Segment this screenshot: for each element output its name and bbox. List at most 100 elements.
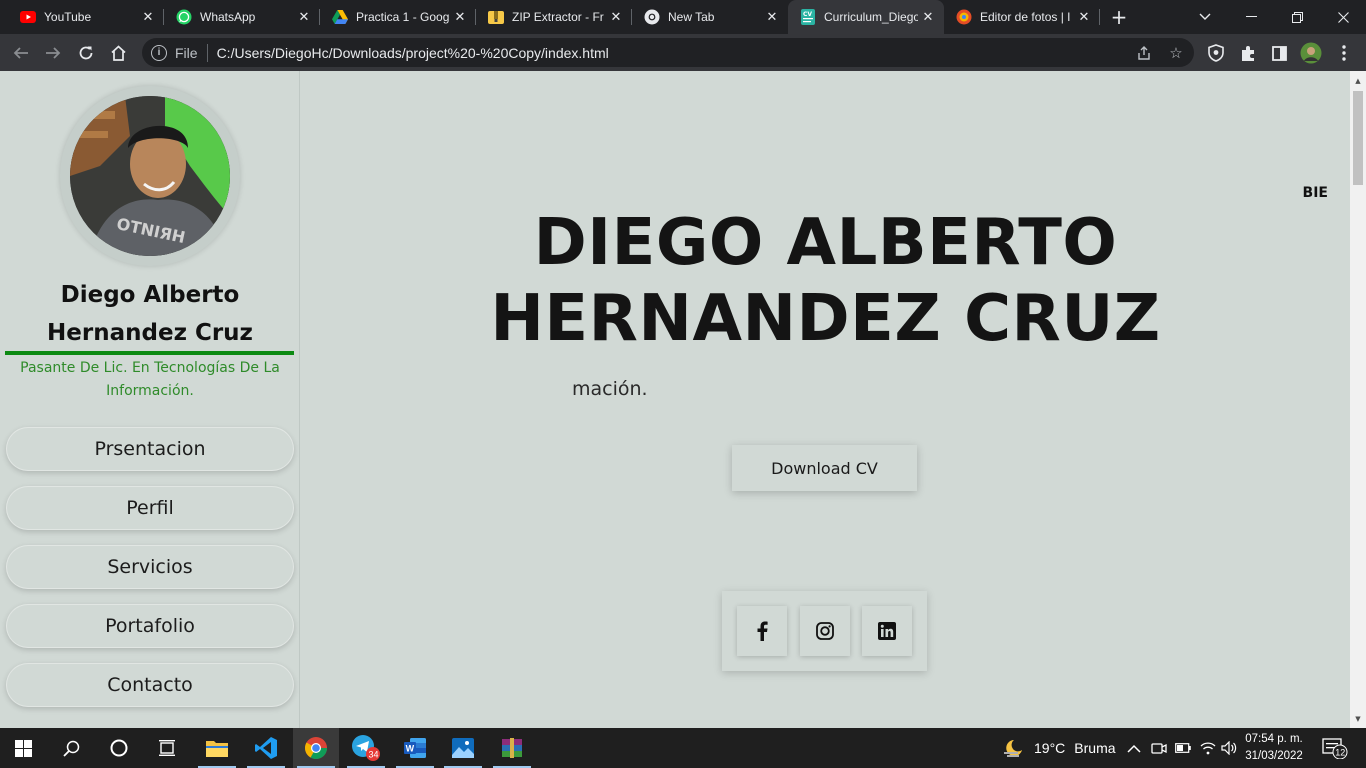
- cortana-icon[interactable]: [96, 728, 142, 768]
- close-tab-icon[interactable]: ✕: [918, 7, 938, 27]
- profile-photo: OTNIЯH: [70, 96, 230, 256]
- address-bar[interactable]: i File C:/Users/DiegoHc/Downloads/projec…: [142, 38, 1194, 67]
- forward-icon[interactable]: [40, 40, 66, 66]
- restore-icon[interactable]: [1274, 0, 1320, 34]
- tab-zip-extractor[interactable]: ZIP Extractor - Fr ✕: [476, 0, 632, 34]
- volume-icon[interactable]: [1221, 728, 1237, 768]
- weather-widget[interactable]: 19°C Bruma: [1002, 728, 1116, 768]
- download-cv-button[interactable]: Download CV: [732, 445, 917, 491]
- extensions-icon[interactable]: [1237, 42, 1259, 64]
- nav-portafolio[interactable]: Portafolio: [6, 604, 294, 648]
- share-icon[interactable]: [1135, 44, 1153, 62]
- windows-taskbar: 34 W 19°C Bruma 07:54 p. m. 31/03/2022 1…: [0, 728, 1366, 768]
- notifications-icon[interactable]: 12: [1322, 728, 1348, 768]
- hero-name-heading: DIEGO ALBERTO HERNANDEZ CRUZ: [490, 206, 1161, 356]
- instagram-icon[interactable]: [800, 606, 850, 656]
- nav-servicios[interactable]: Servicios: [6, 545, 294, 589]
- tab-youtube[interactable]: YouTube ✕: [8, 0, 164, 34]
- close-tab-icon[interactable]: ✕: [1074, 7, 1094, 27]
- battery-icon[interactable]: [1175, 728, 1191, 768]
- site-info-icon[interactable]: i: [151, 44, 167, 61]
- close-window-icon[interactable]: [1320, 0, 1366, 34]
- close-tab-icon[interactable]: ✕: [294, 7, 314, 27]
- wifi-icon[interactable]: [1200, 728, 1216, 768]
- sidebar: OTNIЯH Diego Alberto Hernandez Cruz Pasa…: [0, 71, 300, 728]
- url-text[interactable]: C:/Users/DiegoHc/Downloads/project%20-%2…: [217, 45, 609, 61]
- tab-title: ZIP Extractor - Fr: [512, 10, 604, 24]
- tab-search-icon[interactable]: [1182, 0, 1228, 34]
- photo-editor-icon: [956, 9, 972, 25]
- sidebar-name: Diego Alberto Hernandez Cruz: [47, 282, 253, 346]
- tab-title: WhatsApp: [200, 10, 256, 24]
- telegram-badge: 34: [369, 750, 379, 760]
- nav-presentacion[interactable]: Prsentacion: [6, 427, 294, 471]
- tab-whatsapp[interactable]: WhatsApp ✕: [164, 0, 320, 34]
- word-icon[interactable]: W: [392, 728, 438, 768]
- telegram-icon[interactable]: 34: [343, 728, 389, 768]
- close-tab-icon[interactable]: ✕: [762, 7, 782, 27]
- system-clock[interactable]: 07:54 p. m. 31/03/2022: [1240, 731, 1308, 765]
- clock-date: 31/03/2022: [1245, 750, 1303, 762]
- browser-tab-strip: YouTube ✕ WhatsApp ✕ Practica 1 - Goog ✕…: [0, 0, 1366, 34]
- social-links: [722, 591, 927, 671]
- cv-icon: CV: [800, 9, 816, 25]
- close-tab-icon[interactable]: ✕: [606, 7, 626, 27]
- zip-extractor-icon: [488, 9, 504, 25]
- file-explorer-icon[interactable]: [194, 728, 240, 768]
- chrome-icon: [644, 9, 660, 25]
- windows-start-icon[interactable]: [0, 728, 46, 768]
- close-tab-icon[interactable]: ✕: [450, 7, 470, 27]
- tab-title: New Tab: [668, 10, 715, 24]
- scrollbar-thumb[interactable]: [1353, 91, 1363, 185]
- tab-curriculum[interactable]: CV Curriculum_Diego ✕: [788, 0, 944, 34]
- weather-temp: 19°C: [1034, 740, 1066, 756]
- weather-moon-icon: [1004, 740, 1022, 757]
- weather-condition: Bruma: [1074, 740, 1116, 756]
- tab-title: Curriculum_Diego: [824, 10, 918, 24]
- tab-photo-editor[interactable]: Editor de fotos | I ✕: [944, 0, 1100, 34]
- home-icon[interactable]: [105, 40, 131, 66]
- side-panel-icon[interactable]: [1268, 42, 1290, 64]
- tab-title: Editor de fotos | I: [980, 10, 1071, 24]
- brave-shield-icon[interactable]: [1205, 42, 1227, 64]
- linkedin-icon[interactable]: [862, 606, 912, 656]
- close-tab-icon[interactable]: ✕: [138, 7, 158, 27]
- whatsapp-icon: [176, 9, 192, 25]
- scroll-down-icon[interactable]: ▼: [1350, 711, 1366, 727]
- new-tab-button[interactable]: +: [1107, 5, 1131, 29]
- minimize-icon[interactable]: [1228, 0, 1274, 34]
- meet-now-icon[interactable]: [1151, 728, 1167, 768]
- notifications-badge: 12: [1335, 748, 1345, 758]
- back-icon[interactable]: [8, 40, 34, 66]
- tab-google-drive[interactable]: Practica 1 - Goog ✕: [320, 0, 476, 34]
- task-view-icon[interactable]: [144, 728, 190, 768]
- browser-menu-icon[interactable]: [1333, 42, 1355, 64]
- page-scrollbar[interactable]: ▲ ▼: [1350, 71, 1366, 728]
- svg-text:CV: CV: [803, 11, 812, 18]
- winrar-icon[interactable]: [489, 728, 535, 768]
- clock-time: 07:54 p. m.: [1245, 733, 1303, 745]
- sidebar-role: Pasante De Lic. En Tecnologías De La Inf…: [20, 360, 280, 399]
- show-hidden-icons[interactable]: [1127, 728, 1141, 768]
- bookmark-star-icon[interactable]: ☆: [1167, 44, 1185, 62]
- svg-text:W: W: [406, 744, 415, 754]
- typed-text: mación.: [572, 378, 648, 400]
- web-page: OTNIЯH Diego Alberto Hernandez Cruz Pasa…: [0, 71, 1366, 728]
- reload-icon[interactable]: [73, 40, 99, 66]
- vscode-icon[interactable]: [243, 728, 289, 768]
- name-underline: [5, 351, 294, 355]
- photos-icon[interactable]: [440, 728, 486, 768]
- google-drive-icon: [332, 9, 348, 25]
- chrome-taskbar-icon[interactable]: [293, 728, 339, 768]
- scroll-up-icon[interactable]: ▲: [1350, 73, 1366, 89]
- tab-new-tab[interactable]: New Tab ✕: [632, 0, 788, 34]
- scheme-label: File: [175, 44, 198, 61]
- nav-contacto[interactable]: Contacto: [6, 663, 294, 707]
- browser-toolbar: i File C:/Users/DiegoHc/Downloads/projec…: [0, 34, 1366, 71]
- facebook-icon[interactable]: [737, 606, 787, 656]
- tab-title: Practica 1 - Goog: [356, 10, 450, 24]
- profile-avatar-icon[interactable]: [1300, 42, 1322, 64]
- hero-section: BIE DIEGO ALBERTO HERNANDEZ CRUZ mación.…: [301, 71, 1350, 728]
- nav-perfil[interactable]: Perfil: [6, 486, 294, 530]
- search-icon[interactable]: [48, 728, 94, 768]
